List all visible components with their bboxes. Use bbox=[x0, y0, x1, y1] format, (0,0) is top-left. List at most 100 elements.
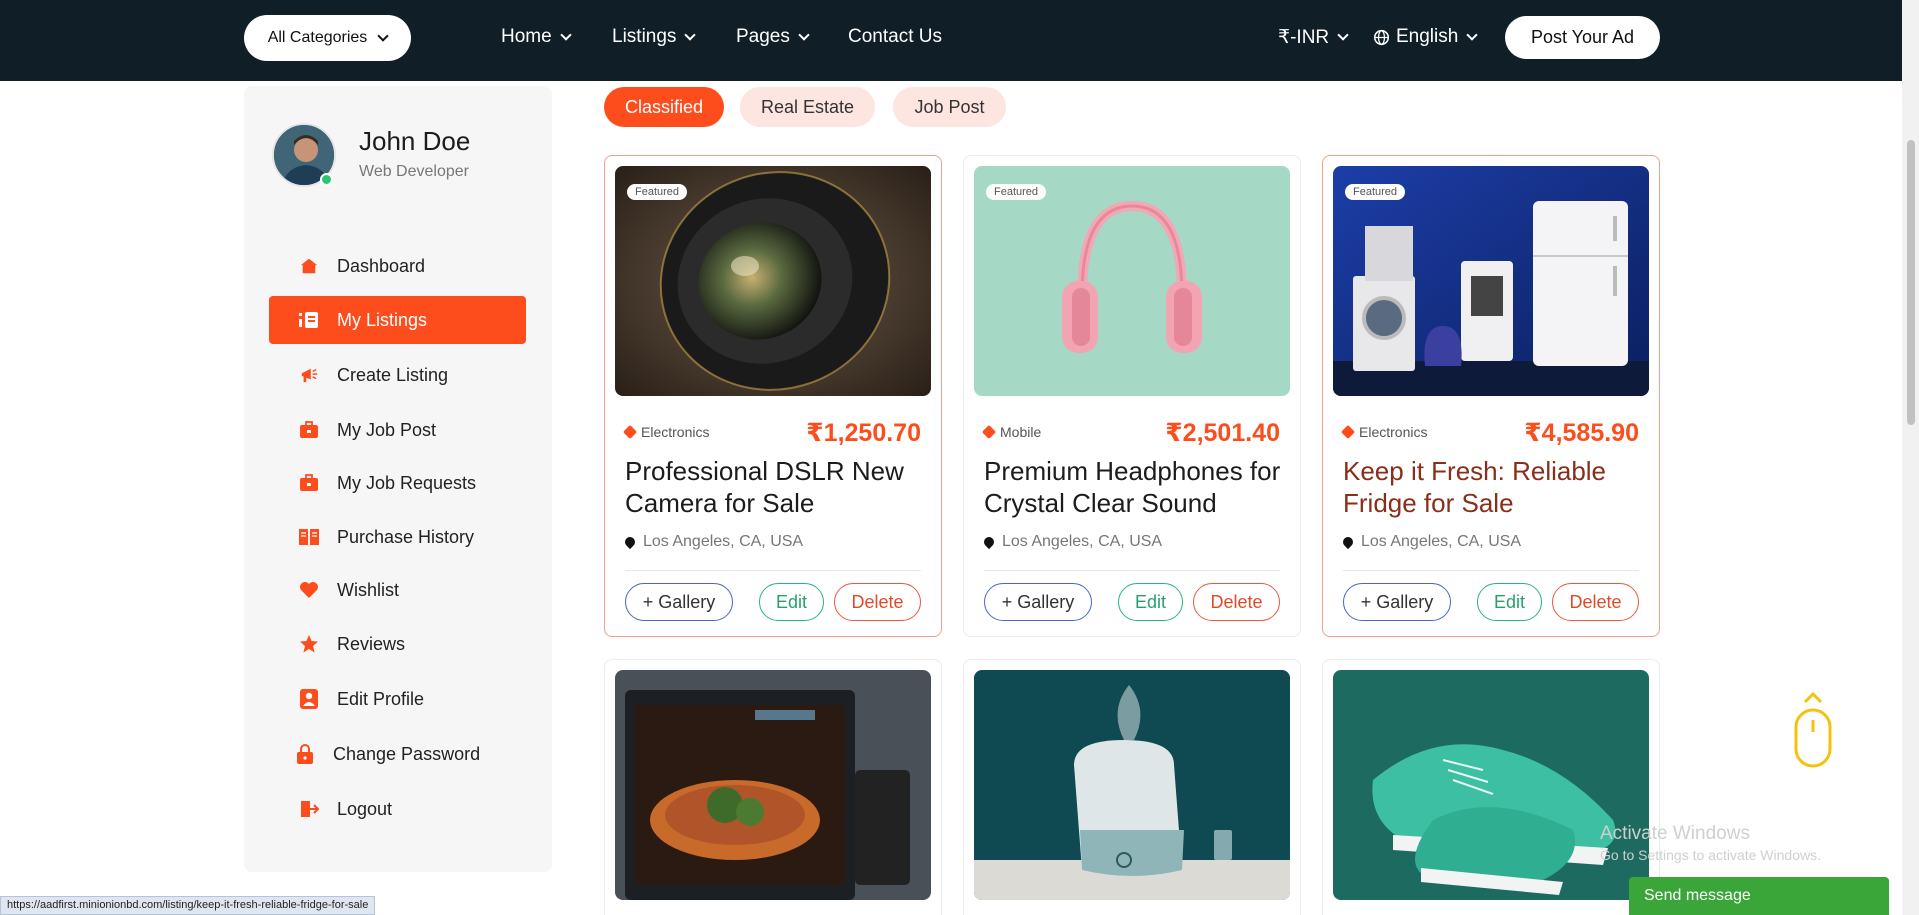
chevron-down-icon bbox=[1337, 29, 1349, 41]
listing-card[interactable] bbox=[963, 659, 1301, 915]
nav-contact-us-label: Contact Us bbox=[848, 26, 942, 47]
sidebar-item-change-password[interactable]: Change Password bbox=[269, 730, 526, 778]
browser-status-url: https://aadfirst.minionionbd.com/listing… bbox=[0, 896, 376, 915]
sidebar-item-logout[interactable]: Logout bbox=[269, 785, 526, 833]
listing-category[interactable]: Mobile bbox=[981, 424, 1041, 440]
nav-pages[interactable]: Pages bbox=[736, 26, 810, 48]
sidebar-item-label: Create Listing bbox=[337, 364, 449, 385]
map-pin-icon bbox=[1340, 534, 1356, 550]
map-pin-icon bbox=[622, 534, 638, 550]
listing-image[interactable]: Featured bbox=[615, 166, 931, 396]
nav-home[interactable]: Home bbox=[501, 26, 572, 48]
featured-badge: Featured bbox=[627, 184, 688, 200]
listing-image[interactable] bbox=[615, 670, 931, 900]
sidebar-item-wishlist[interactable]: Wishlist bbox=[269, 566, 526, 614]
listing-image[interactable]: Featured bbox=[1333, 166, 1649, 396]
listing-location: Los Angeles, CA, USA bbox=[1340, 533, 1522, 551]
listing-price: ₹1,250.70 bbox=[806, 419, 921, 447]
edit-button[interactable]: Edit bbox=[1477, 583, 1542, 621]
sidebar-item-edit-profile[interactable]: Edit Profile bbox=[269, 675, 526, 723]
sidebar-item-label: My Job Post bbox=[337, 419, 437, 440]
briefcase-icon bbox=[299, 473, 319, 493]
delete-button[interactable]: Delete bbox=[1552, 583, 1639, 621]
nav-pages-label: Pages bbox=[736, 26, 790, 47]
tab-job-post[interactable]: Job Post bbox=[893, 87, 1006, 127]
edit-button[interactable]: Edit bbox=[1118, 583, 1183, 621]
sidebar-item-label: Dashboard bbox=[337, 255, 426, 276]
sidebar-item-label: My Listings bbox=[337, 309, 428, 330]
listing-category-label: Electronics bbox=[1359, 424, 1428, 440]
currency-dropdown[interactable]: ₹-INR bbox=[1278, 26, 1349, 49]
post-your-ad-button[interactable]: Post Your Ad bbox=[1505, 16, 1660, 59]
all-categories-label: All Categories bbox=[267, 29, 368, 46]
nav-listings[interactable]: Listings bbox=[612, 26, 697, 48]
featured-badge: Featured bbox=[1345, 184, 1406, 200]
sidebar-item-label: Reviews bbox=[337, 633, 406, 654]
listing-location-label: Los Angeles, CA, USA bbox=[1361, 533, 1522, 550]
chevron-down-icon bbox=[798, 28, 810, 41]
send-message-chat-widget[interactable]: Send message bbox=[1629, 877, 1889, 915]
listing-image[interactable]: Featured bbox=[974, 166, 1290, 396]
listing-price: ₹2,501.40 bbox=[1165, 419, 1280, 447]
star-icon bbox=[299, 634, 319, 654]
delete-button[interactable]: Delete bbox=[1193, 583, 1280, 621]
nav-contact-us[interactable]: Contact Us bbox=[848, 26, 942, 48]
sidebar-item-dashboard[interactable]: Dashboard bbox=[269, 242, 526, 290]
nav-listings-label: Listings bbox=[612, 26, 677, 47]
user-icon bbox=[299, 689, 319, 709]
page-scrollbar[interactable] bbox=[1902, 0, 1919, 915]
list-icon bbox=[299, 310, 319, 330]
listing-card[interactable] bbox=[604, 659, 942, 915]
sidebar-item-label: My Job Requests bbox=[337, 472, 477, 493]
add-gallery-button[interactable]: + Gallery bbox=[1343, 583, 1451, 621]
sidebar-item-my-listings[interactable]: My Listings bbox=[269, 296, 526, 344]
online-status-dot bbox=[320, 173, 333, 186]
sidebar-item-label: Purchase History bbox=[337, 526, 475, 547]
sidebar-item-purchase-history[interactable]: Purchase History bbox=[269, 513, 526, 561]
heart-icon bbox=[299, 580, 319, 600]
add-gallery-button[interactable]: + Gallery bbox=[984, 583, 1092, 621]
listing-card[interactable]: Featured Electronics ₹4,585.90 Keep it F… bbox=[1322, 155, 1660, 637]
listing-image[interactable] bbox=[974, 670, 1290, 900]
listing-title[interactable]: Professional DSLR New Camera for Sale bbox=[625, 455, 925, 519]
listing-location: Los Angeles, CA, USA bbox=[981, 533, 1163, 551]
all-categories-dropdown[interactable]: All Categories bbox=[244, 15, 411, 61]
sidebar-item-create-listing[interactable]: Create Listing bbox=[269, 351, 526, 399]
tag-icon bbox=[981, 424, 997, 440]
language-label: English bbox=[1396, 26, 1459, 47]
scrollbar-thumb[interactable] bbox=[1907, 140, 1915, 425]
listing-image[interactable] bbox=[1333, 670, 1649, 900]
dashboard-sidebar: John Doe Web Developer Dashboard My List… bbox=[244, 86, 552, 872]
delete-button[interactable]: Delete bbox=[834, 583, 921, 621]
listing-location-label: Los Angeles, CA, USA bbox=[1002, 533, 1163, 550]
listing-card[interactable] bbox=[1322, 659, 1660, 915]
language-dropdown[interactable]: English bbox=[1373, 26, 1478, 48]
sidebar-item-my-job-post[interactable]: My Job Post bbox=[269, 406, 526, 454]
listing-price: ₹4,585.90 bbox=[1524, 419, 1639, 447]
watermark-title: Activate Windows bbox=[1600, 823, 1750, 844]
listing-card[interactable]: Featured Electronics ₹1,250.70 Professio… bbox=[604, 155, 942, 637]
scroll-to-top-icon[interactable] bbox=[1793, 690, 1833, 770]
megaphone-icon bbox=[299, 365, 319, 385]
listing-category[interactable]: Electronics bbox=[622, 424, 709, 440]
briefcase-icon bbox=[299, 420, 319, 440]
listing-category[interactable]: Electronics bbox=[1340, 424, 1428, 440]
sidebar-item-my-job-requests[interactable]: My Job Requests bbox=[269, 459, 526, 507]
edit-button[interactable]: Edit bbox=[759, 583, 824, 621]
listing-card[interactable]: Featured Mobile ₹2,501.40 Premium Headph… bbox=[963, 155, 1301, 637]
sidebar-item-reviews[interactable]: Reviews bbox=[269, 620, 526, 668]
sidebar-item-label: Logout bbox=[337, 798, 393, 819]
tab-real-estate[interactable]: Real Estate bbox=[740, 87, 875, 127]
card-divider bbox=[984, 570, 1280, 571]
chevron-down-icon bbox=[377, 29, 389, 42]
listing-title[interactable]: Keep it Fresh: Reliable Fridge for Sale bbox=[1343, 455, 1643, 519]
add-gallery-button[interactable]: + Gallery bbox=[625, 583, 733, 621]
chevron-down-icon bbox=[560, 28, 572, 41]
lock-icon bbox=[295, 744, 315, 764]
tag-icon bbox=[622, 424, 638, 440]
listing-title[interactable]: Premium Headphones for Crystal Clear Sou… bbox=[984, 455, 1284, 519]
tab-classified[interactable]: Classified bbox=[604, 87, 724, 127]
sidebar-item-label: Change Password bbox=[333, 743, 481, 764]
listing-location: Los Angeles, CA, USA bbox=[622, 533, 803, 551]
tag-icon bbox=[1340, 424, 1356, 440]
